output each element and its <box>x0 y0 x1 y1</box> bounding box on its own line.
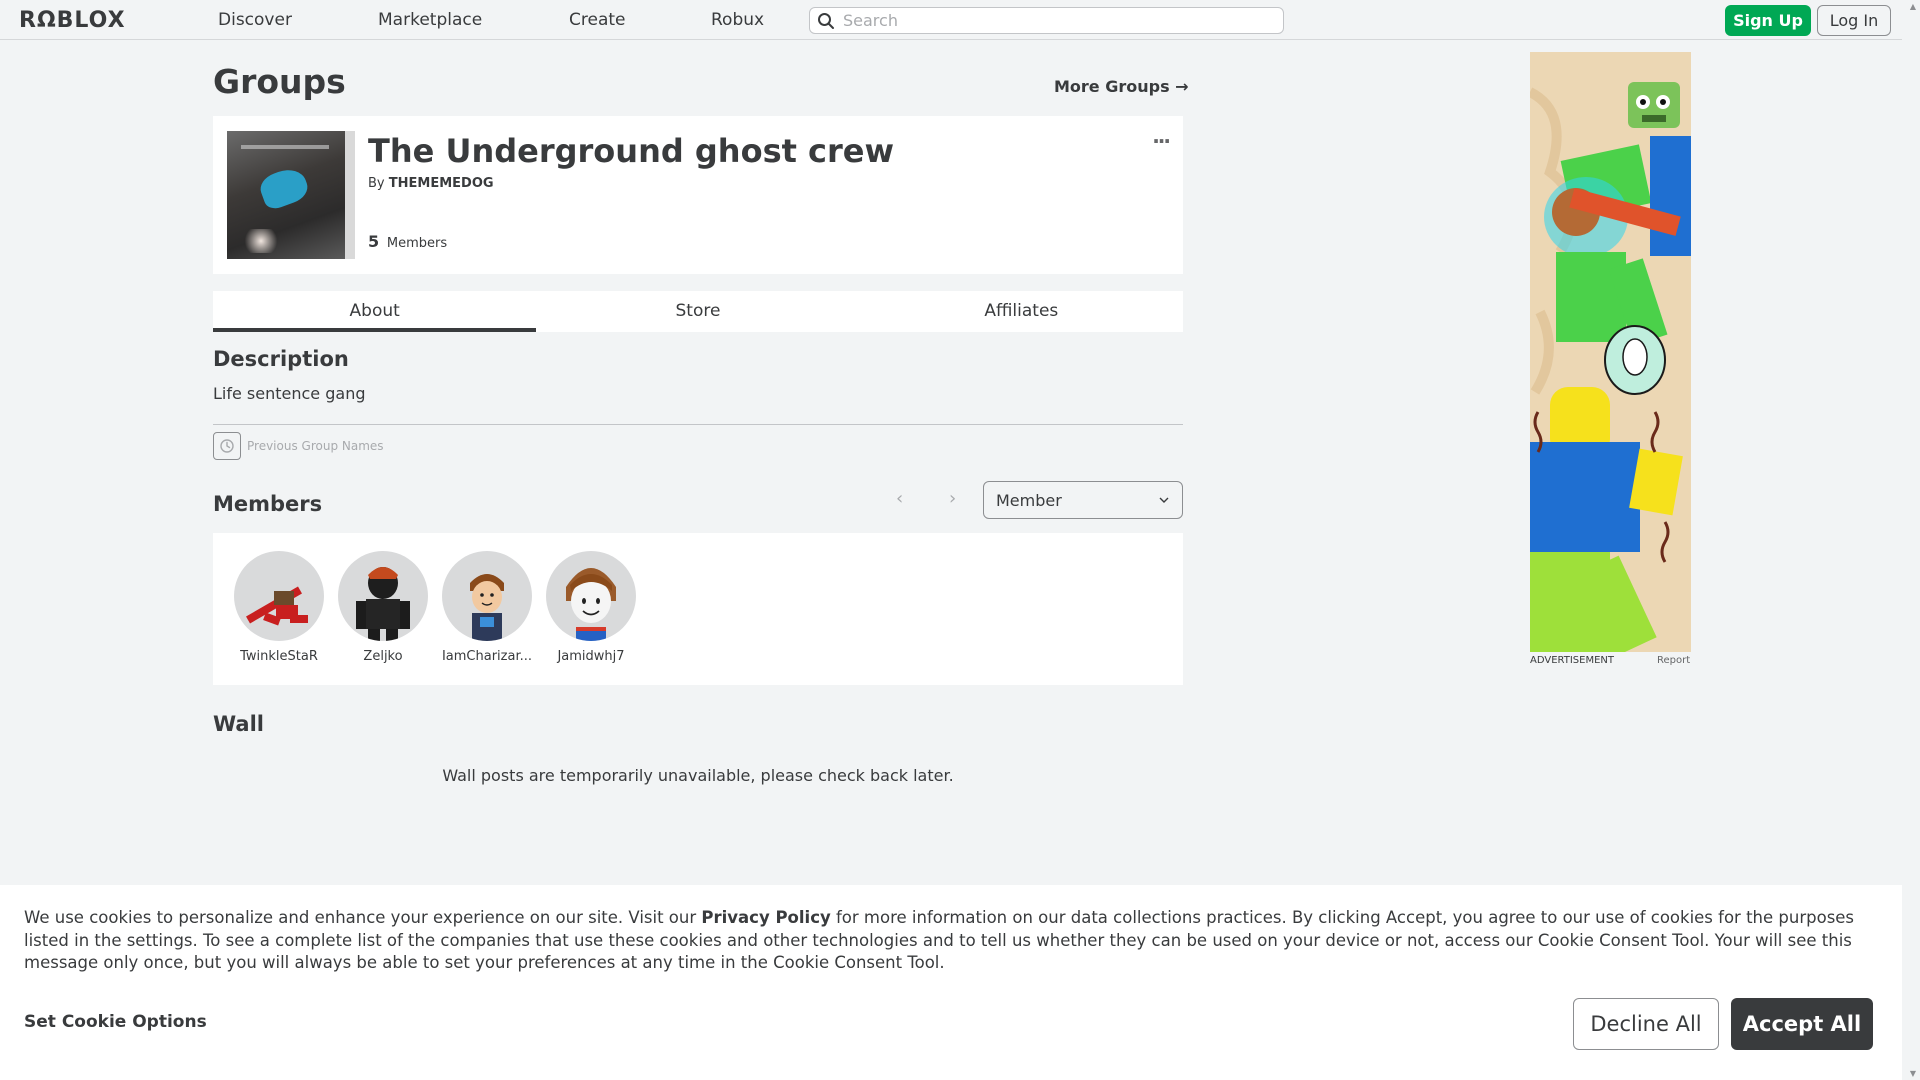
member-name[interactable]: Jamidwhj7 <box>543 649 639 664</box>
set-cookie-options-link[interactable]: Set Cookie Options <box>24 1012 207 1032</box>
privacy-policy-link[interactable]: Privacy Policy <box>701 908 830 927</box>
nav-marketplace[interactable]: Marketplace <box>378 10 482 30</box>
decline-all-button[interactable]: Decline All <box>1573 998 1719 1050</box>
more-groups-link[interactable]: More Groups → <box>1054 77 1189 96</box>
search-icon[interactable] <box>817 12 835 30</box>
member-name[interactable]: TwinkleStaR <box>231 649 327 664</box>
history-icon[interactable] <box>213 432 241 460</box>
group-name: The Underground ghost crew <box>368 132 895 170</box>
tab-about[interactable]: About <box>213 291 537 332</box>
avatar[interactable] <box>338 551 428 641</box>
group-tabs: About Store Affiliates <box>213 291 1183 332</box>
accept-all-button[interactable]: Accept All <box>1731 998 1873 1050</box>
role-select-value: Member <box>996 491 1062 510</box>
divider <box>213 424 1183 425</box>
top-navigation-bar: RΩBLOX Discover Marketplace Create Robux… <box>0 0 1902 40</box>
member-name[interactable]: Zeljko <box>335 649 431 664</box>
member-item[interactable]: Jamidwhj7 <box>543 551 639 664</box>
nav-create[interactable]: Create <box>569 10 626 30</box>
member-count: 5 Members <box>368 232 447 251</box>
cookie-text-start: We use cookies to personalize and enhanc… <box>24 908 702 927</box>
page-title: Groups <box>213 62 346 101</box>
report-ad-link[interactable]: Report <box>1657 655 1690 666</box>
description-text: Life sentence gang <box>213 384 366 403</box>
advertisement-label: ADVERTISEMENT <box>1530 655 1615 666</box>
owner-name-link[interactable]: THEMEMEDOG <box>389 176 494 191</box>
members-heading: Members <box>213 492 323 516</box>
roblox-logo[interactable]: RΩBLOX <box>19 8 126 33</box>
member-name[interactable]: IamCharizar... <box>439 649 535 664</box>
description-heading: Description <box>213 347 349 371</box>
member-item[interactable]: TwinkleStaR <box>231 551 327 664</box>
chevron-down-icon <box>1159 497 1169 503</box>
group-emblem-image <box>227 131 355 259</box>
group-owner: By THEMEMEDOG <box>368 176 494 191</box>
tab-store[interactable]: Store <box>536 291 859 332</box>
wall-unavailable-message: Wall posts are temporarily unavailable, … <box>442 766 954 785</box>
previous-group-names-button[interactable]: Previous Group Names <box>213 432 384 460</box>
cookie-consent-banner: We use cookies to personalize and enhanc… <box>0 885 1902 1080</box>
role-select-dropdown[interactable]: Member <box>983 481 1183 519</box>
member-item[interactable]: Zeljko <box>335 551 431 664</box>
sign-up-button[interactable]: Sign Up <box>1725 5 1811 36</box>
cookie-consent-text: We use cookies to personalize and enhanc… <box>24 907 1884 975</box>
member-count-label: Members <box>386 236 448 251</box>
search-input[interactable] <box>843 10 1273 31</box>
nav-discover[interactable]: Discover <box>218 10 292 30</box>
nav-robux[interactable]: Robux <box>711 10 764 30</box>
scroll-up-arrow-icon[interactable]: ▲ <box>1910 2 1916 11</box>
avatar[interactable] <box>234 551 324 641</box>
avatar[interactable] <box>546 551 636 641</box>
avatar[interactable] <box>442 551 532 641</box>
log-in-button[interactable]: Log In <box>1817 5 1891 36</box>
wall-heading: Wall <box>213 712 264 736</box>
chevron-right-icon[interactable]: › <box>949 488 956 509</box>
group-header-card: The Underground ghost crew By THEMEMEDOG… <box>213 116 1183 274</box>
members-list: TwinkleStaR Zeljko IamCharizar... Jamidw… <box>213 533 1183 685</box>
chevron-left-icon[interactable]: ‹ <box>896 488 903 509</box>
owner-by-label: By <box>368 176 385 191</box>
search-box <box>809 7 1284 34</box>
member-item[interactable]: IamCharizar... <box>439 551 535 664</box>
previous-group-names-label: Previous Group Names <box>247 439 384 453</box>
member-count-number: 5 <box>368 232 380 251</box>
scroll-down-arrow-icon[interactable]: ▼ <box>1910 1069 1916 1078</box>
tab-affiliates[interactable]: Affiliates <box>860 291 1183 332</box>
more-options-icon[interactable]: ... <box>1152 124 1171 148</box>
advertisement-banner[interactable] <box>1530 52 1691 652</box>
